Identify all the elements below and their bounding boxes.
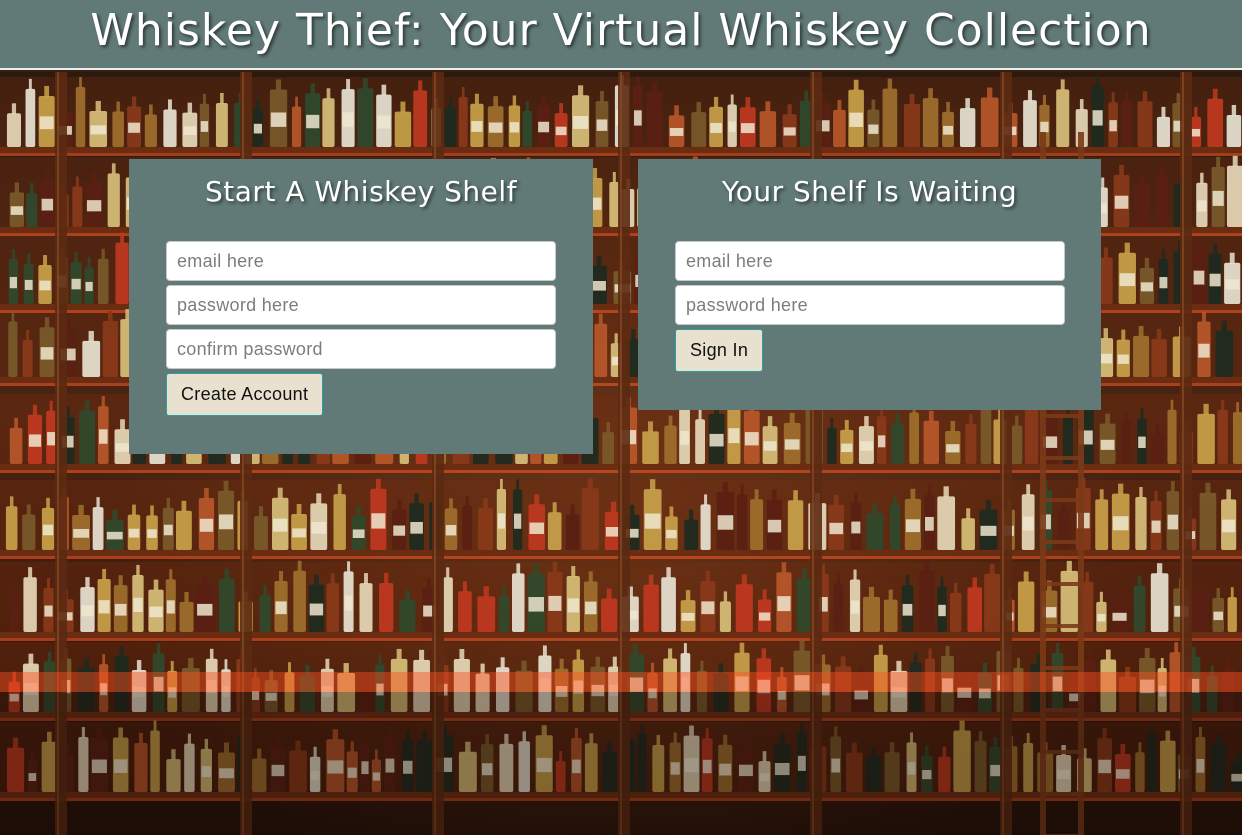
site-header: Whiskey Thief: Your Virtual Whiskey Coll… <box>0 0 1242 70</box>
signup-password-field[interactable] <box>166 285 556 325</box>
signin-email-field[interactable] <box>675 241 1065 281</box>
create-account-button[interactable]: Create Account <box>166 373 324 416</box>
signup-panel: Start A Whiskey Shelf Create Account <box>129 159 593 454</box>
signup-confirm-password-field[interactable] <box>166 329 556 369</box>
signin-heading: Your Shelf Is Waiting <box>721 175 1018 208</box>
signin-panel: Your Shelf Is Waiting Sign In <box>638 159 1101 410</box>
signup-heading: Start A Whiskey Shelf <box>205 175 517 208</box>
signin-password-field[interactable] <box>675 285 1065 325</box>
sign-in-button[interactable]: Sign In <box>675 329 764 372</box>
signin-form: Sign In <box>675 241 1065 372</box>
page-title: Whiskey Thief: Your Virtual Whiskey Coll… <box>90 5 1152 56</box>
signup-email-field[interactable] <box>166 241 556 281</box>
signup-form: Create Account <box>166 241 556 416</box>
